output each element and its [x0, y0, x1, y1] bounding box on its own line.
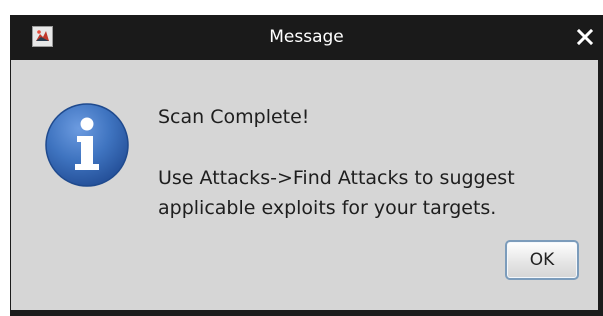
dialog-window: Message Scan Complete! Use Attacks->Find… — [10, 15, 603, 316]
ok-button[interactable]: OK — [505, 240, 579, 280]
close-icon[interactable] — [573, 25, 597, 49]
info-icon — [45, 103, 129, 187]
message-body-line-1: Use Attacks->Find Attacks to suggest — [158, 167, 515, 189]
message-heading: Scan Complete! — [158, 106, 310, 128]
dialog-content: Scan Complete! Use Attacks->Find Attacks… — [11, 60, 598, 310]
message-body-line-2: applicable exploits for your targets. — [158, 197, 497, 219]
title-bar[interactable]: Message — [10, 15, 603, 60]
window-title: Message — [269, 27, 344, 47]
